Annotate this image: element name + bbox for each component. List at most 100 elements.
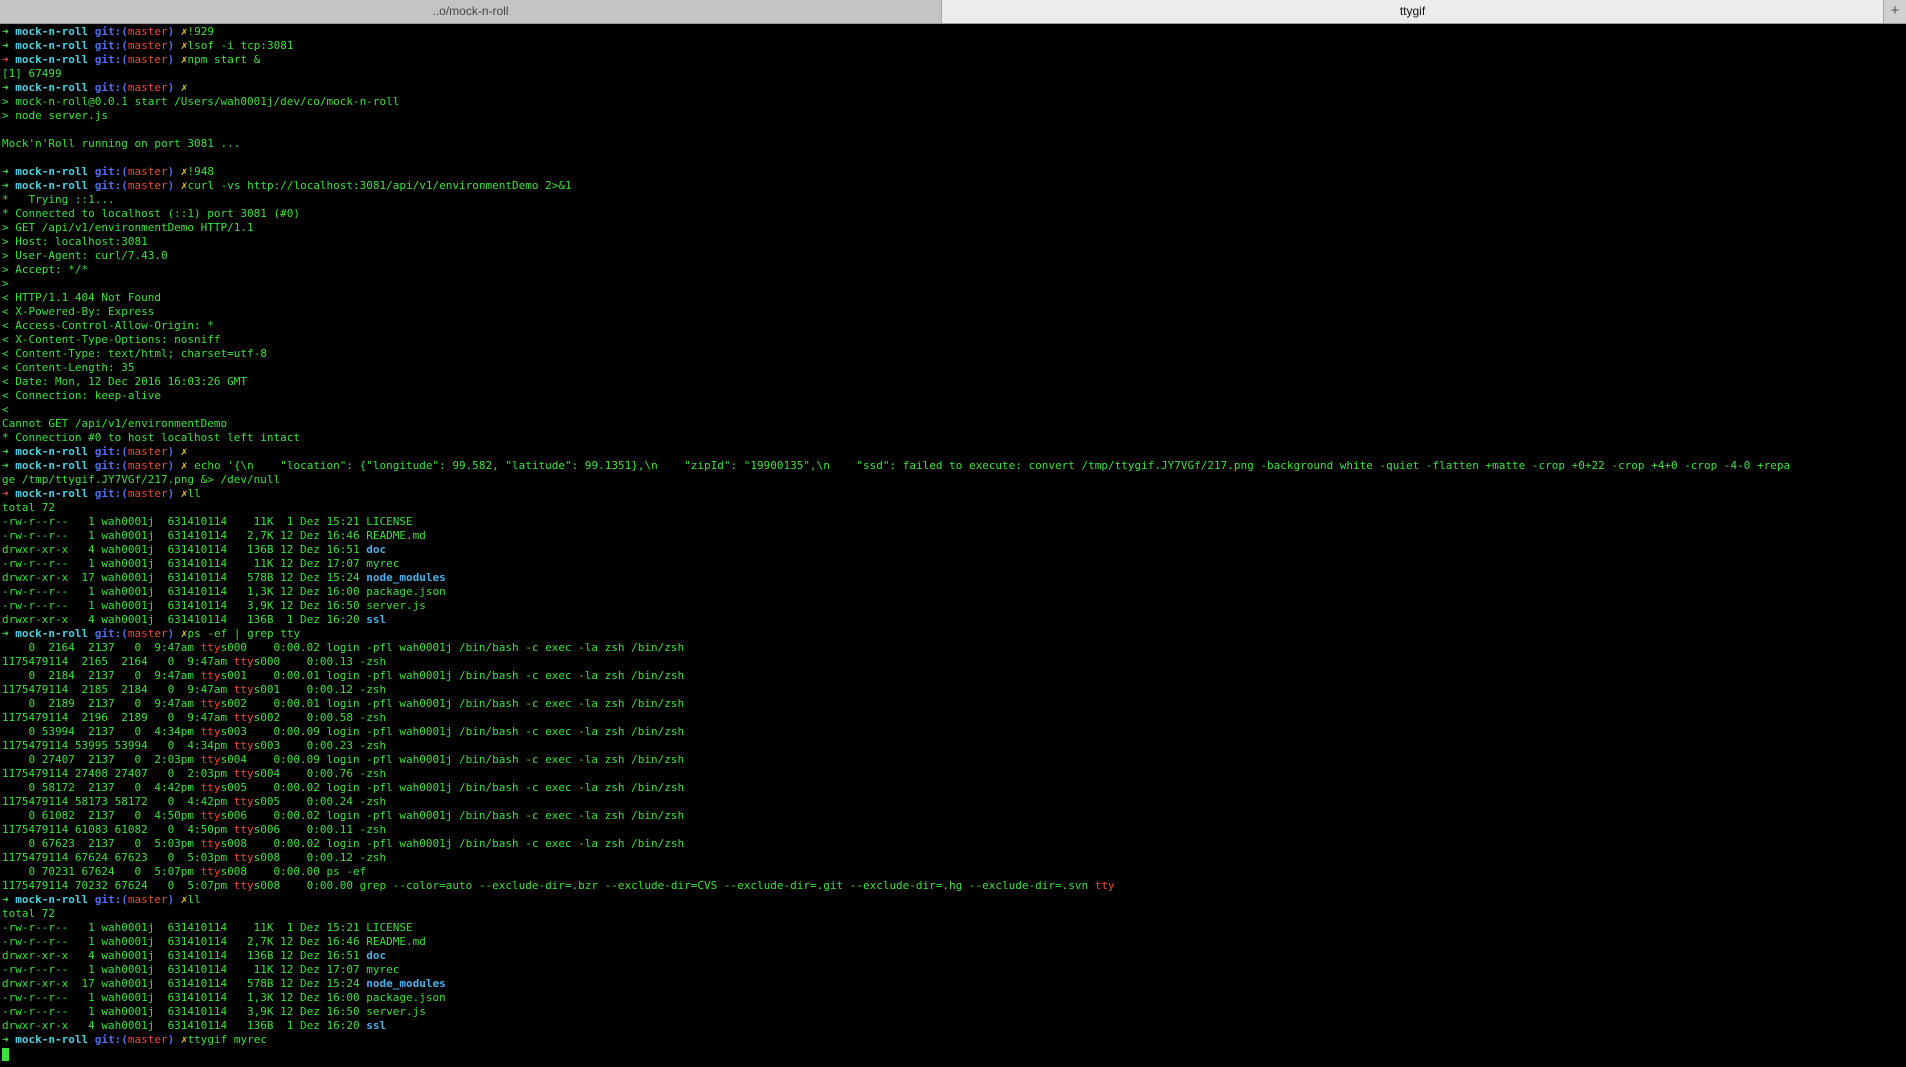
output-text: < Content-Type: text/html; charset=utf-8 — [2, 347, 267, 360]
prompt-arrow-icon: ➜ — [2, 893, 9, 906]
tty-highlight: tty — [233, 739, 254, 752]
output-text: < Date: Mon, 12 Dec 2016 16:03:26 GMT — [2, 375, 248, 388]
prompt-branch: master — [127, 445, 168, 458]
process-command: s004 0:00.09 login -pfl wah0001j /bin/ba… — [220, 753, 685, 766]
prompt-git-close: ) — [167, 487, 175, 500]
output-text: Mock'n'Roll running on port 3081 ... — [2, 137, 241, 150]
prompt-line: ➜ mock-n-roll git:(master) ✗ll — [2, 487, 1906, 501]
prompt-git-label: git:( — [94, 459, 128, 472]
terminal-cursor — [2, 1047, 9, 1061]
file-meta: drwxr-xr-x 4 wah0001j 631410114 136B 1 D… — [2, 1019, 367, 1032]
prompt-line: ➜ mock-n-roll git:(master) ✗npm start & — [2, 53, 1906, 67]
process-row: 0 27407 2137 0 2:03pm ttys004 0:00.09 lo… — [2, 753, 1906, 767]
output-line: < Content-Length: 35 — [2, 361, 1906, 375]
file-meta: drwxr-xr-x 17 wah0001j 631410114 578B 12… — [2, 977, 367, 990]
process-info: 0 58172 2137 0 4:42pm — [2, 781, 201, 794]
file-name: package.json — [366, 585, 446, 598]
prompt-arrow-icon: ➜ — [2, 627, 9, 640]
prompt-git-close: ) — [167, 1033, 175, 1046]
prompt-git-close: ) — [167, 893, 175, 906]
file-name: LICENSE — [366, 921, 413, 934]
output-line: > — [2, 277, 1906, 291]
file-meta: drwxr-xr-x 4 wah0001j 631410114 136B 12 … — [2, 949, 367, 962]
output-text: * Trying ::1... — [2, 193, 115, 206]
tty-highlight: tty — [200, 781, 221, 794]
prompt-line: ➜ mock-n-roll git:(master) ✗ttygif myrec — [2, 1033, 1906, 1047]
prompt-branch: master — [127, 179, 168, 192]
prompt-git-close: ) — [167, 39, 175, 52]
prompt-git-label: git:( — [94, 445, 128, 458]
file-listing-row: -rw-r--r-- 1 wah0001j 631410114 11K 12 D… — [2, 557, 1906, 571]
output-text: < HTTP/1.1 404 Not Found — [2, 291, 161, 304]
output-line: < X-Content-Type-Options: nosniff — [2, 333, 1906, 347]
output-line: * Trying ::1... — [2, 193, 1906, 207]
file-meta: -rw-r--r-- 1 wah0001j 631410114 11K 1 De… — [2, 515, 367, 528]
file-meta: -rw-r--r-- 1 wah0001j 631410114 2,7K 12 … — [2, 529, 367, 542]
process-info: 1175479114 67624 67623 0 5:03pm — [2, 851, 234, 864]
prompt-git-close: ) — [167, 81, 175, 94]
directory-name: doc — [366, 543, 387, 556]
file-listing-row: drwxr-xr-x 17 wah0001j 631410114 578B 12… — [2, 977, 1906, 991]
process-info: 1175479114 2185 2184 0 9:47am — [2, 683, 234, 696]
prompt-directory: mock-n-roll — [15, 459, 89, 472]
command-text: !929 — [187, 25, 214, 38]
tab-bar: ..o/mock-n-roll ttygif + — [0, 0, 1906, 24]
output-text: < Connection: keep-alive — [2, 389, 161, 402]
terminal-output[interactable]: ➜ mock-n-roll git:(master) ✗ !929 ➜ mock-n… — [0, 25, 1906, 1067]
file-name: package.json — [366, 991, 446, 1004]
file-meta: drwxr-xr-x 17 wah0001j 631410114 578B 12… — [2, 571, 367, 584]
directory-name: ssl — [366, 613, 387, 626]
output-line: < X-Powered-By: Express — [2, 305, 1906, 319]
prompt-directory: mock-n-roll — [15, 627, 89, 640]
tty-highlight: tty — [200, 865, 221, 878]
file-meta: -rw-r--r-- 1 wah0001j 631410114 3,9K 12 … — [2, 599, 367, 612]
directory-name: node_modules — [366, 571, 446, 584]
output-line: ge /tmp/ttygif.JY7VGf/217.png &> /dev/nu… — [2, 473, 1906, 487]
process-info: 1175479114 2196 2189 0 9:47am — [2, 711, 234, 724]
process-command: s005 0:00.02 login -pfl wah0001j /bin/ba… — [220, 781, 685, 794]
process-info: 1175479114 58173 58172 0 4:42pm — [2, 795, 234, 808]
file-listing-row: -rw-r--r-- 1 wah0001j 631410114 3,9K 12 … — [2, 599, 1906, 613]
output-text: [1] 67499 — [2, 67, 62, 80]
tty-highlight: tty — [233, 655, 254, 668]
process-info: 1175479114 70232 67624 0 5:07pm — [2, 879, 234, 892]
file-listing-row: -rw-r--r-- 1 wah0001j 631410114 3,9K 12 … — [2, 1005, 1906, 1019]
prompt-line: ➜ mock-n-roll git:(master) ✗ — [2, 81, 1906, 95]
command-text: npm start & — [187, 53, 261, 66]
output-text: total 72 — [2, 501, 55, 514]
prompt-git-label: git:( — [94, 165, 128, 178]
prompt-arrow-icon: ➜ — [2, 445, 9, 458]
tty-highlight: tty — [200, 641, 221, 654]
file-listing-row: drwxr-xr-x 4 wah0001j 631410114 136B 1 D… — [2, 1019, 1906, 1033]
output-line: < — [2, 403, 1906, 417]
command-text: ll — [187, 893, 201, 906]
output-line: > mock-n-roll@0.0.1 start /Users/wah0001… — [2, 95, 1906, 109]
process-row: 0 2164 2137 0 9:47am ttys000 0:00.02 log… — [2, 641, 1906, 655]
prompt-git-label: git:( — [94, 893, 128, 906]
command-text: curl -vs http://localhost:3081/api/v1/en… — [187, 179, 572, 192]
output-line: [1] 67499 — [2, 67, 1906, 81]
output-line: < Connection: keep-alive — [2, 389, 1906, 403]
prompt-branch: master — [127, 893, 168, 906]
prompt-directory: mock-n-roll — [15, 1033, 89, 1046]
tab-ttygif[interactable]: ttygif — [942, 0, 1884, 23]
tab-mock-n-roll[interactable]: ..o/mock-n-roll — [0, 0, 942, 23]
command-text: echo '{\n "location": {"longitude": 99.5… — [187, 459, 1791, 472]
prompt-arrow-icon: ➜ — [2, 179, 9, 192]
process-info: 0 27407 2137 0 2:03pm — [2, 753, 201, 766]
process-row: 0 61082 2137 0 4:50pm ttys006 0:00.02 lo… — [2, 809, 1906, 823]
file-meta: -rw-r--r-- 1 wah0001j 631410114 11K 1 De… — [2, 921, 367, 934]
file-name: server.js — [366, 1005, 426, 1018]
file-meta: -rw-r--r-- 1 wah0001j 631410114 11K 12 D… — [2, 963, 367, 976]
new-tab-button[interactable]: + — [1884, 0, 1906, 23]
output-text: < Access-Control-Allow-Origin: * — [2, 319, 214, 332]
process-row: 1175479114 53995 53994 0 4:34pm ttys003 … — [2, 739, 1906, 753]
process-row: 1175479114 61083 61082 0 4:50pm ttys006 … — [2, 823, 1906, 837]
file-listing-row: -rw-r--r-- 1 wah0001j 631410114 1,3K 12 … — [2, 585, 1906, 599]
prompt-directory: mock-n-roll — [15, 487, 89, 500]
process-info: 0 67623 2137 0 5:03pm — [2, 837, 201, 850]
tty-highlight: tty — [200, 697, 221, 710]
file-name: server.js — [366, 599, 426, 612]
output-text: < Content-Length: 35 — [2, 361, 135, 374]
